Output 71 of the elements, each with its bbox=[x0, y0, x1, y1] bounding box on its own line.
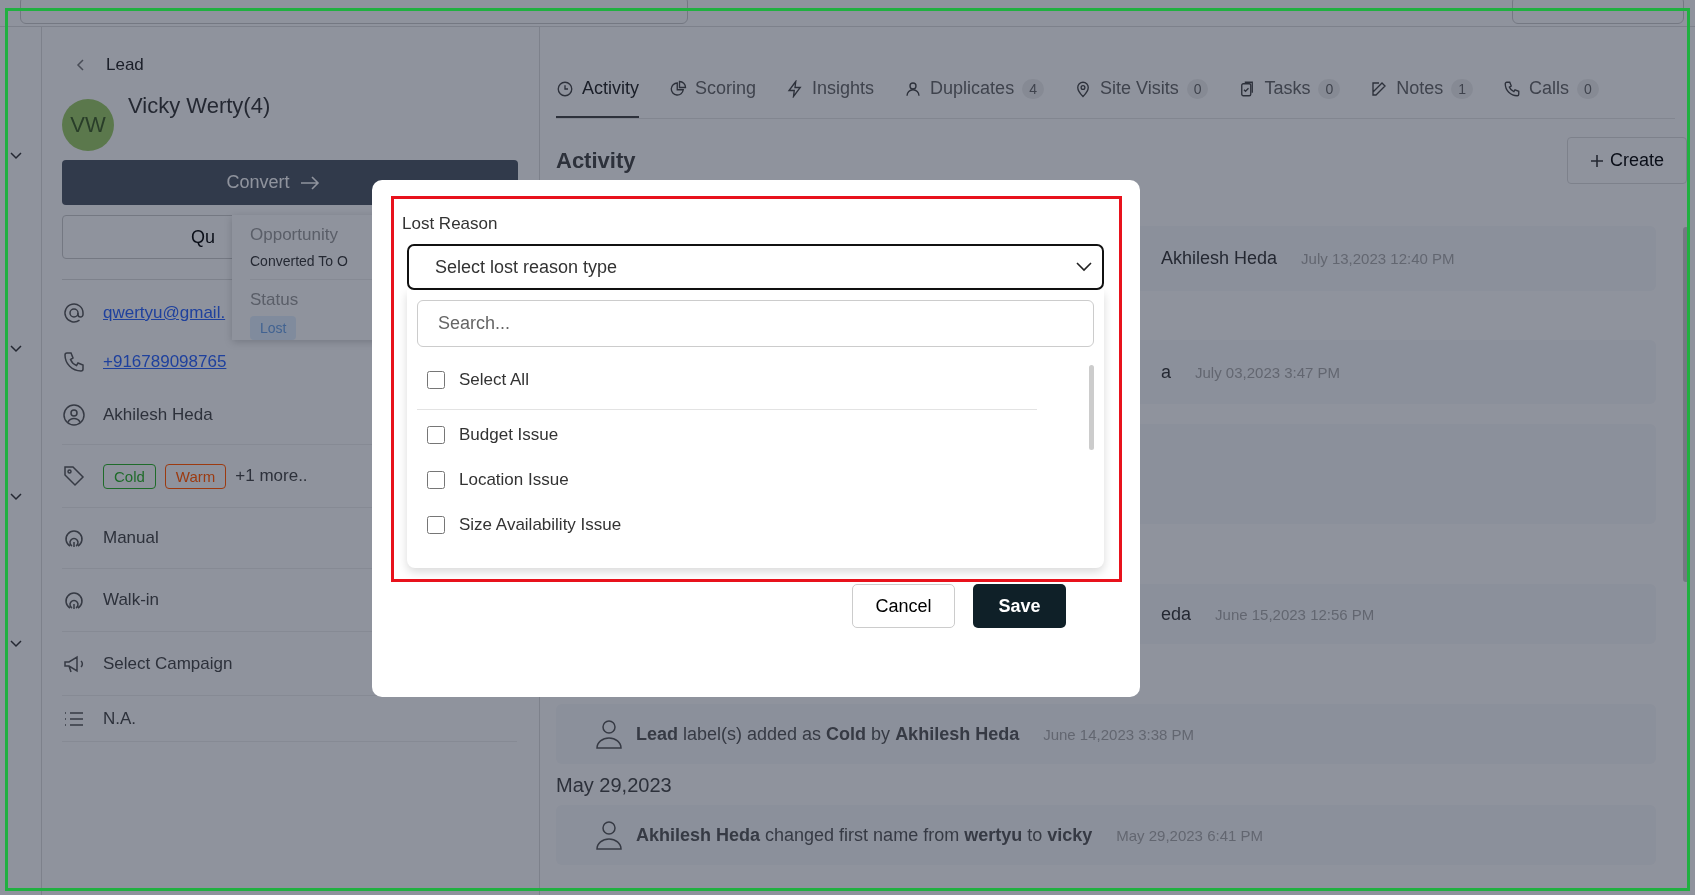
search-field[interactable] bbox=[20, 0, 688, 24]
field-value: Select Campaign bbox=[103, 653, 233, 674]
checkbox[interactable] bbox=[427, 371, 445, 389]
checkbox[interactable] bbox=[427, 470, 445, 489]
avatar: VW bbox=[62, 99, 114, 151]
user-icon bbox=[596, 719, 622, 749]
phone-icon bbox=[62, 350, 86, 374]
user-icon bbox=[596, 820, 622, 850]
scrollbar[interactable] bbox=[1683, 227, 1689, 582]
chevron-icon[interactable] bbox=[10, 345, 22, 353]
top-field[interactable] bbox=[1512, 0, 1684, 24]
activity-text: Lead label(s) added as Cold by Akhilesh Heda bbox=[636, 723, 1020, 745]
tag-icon bbox=[62, 464, 86, 488]
back-icon[interactable] bbox=[76, 59, 84, 71]
save-button[interactable]: Save bbox=[973, 584, 1066, 628]
count-badge: 0 bbox=[1318, 78, 1341, 99]
count-badge: 1 bbox=[1451, 78, 1474, 99]
arrow-icon bbox=[299, 175, 320, 190]
scrollbar[interactable] bbox=[1089, 365, 1094, 450]
field-value: Akhilesh Heda bbox=[103, 405, 213, 425]
count-badge: 0 bbox=[1577, 78, 1599, 99]
tab[interactable]: Activity bbox=[556, 78, 639, 118]
tab[interactable]: Site Visits 0 bbox=[1073, 78, 1209, 118]
clock-icon bbox=[556, 79, 574, 98]
chevron-icon bbox=[1076, 262, 1092, 272]
tab[interactable]: Insights bbox=[786, 78, 875, 118]
date-heading: May 29,2023 bbox=[556, 774, 673, 797]
field-value: Walk-in bbox=[103, 590, 160, 610]
search-field[interactable]: Search... bbox=[417, 300, 1094, 347]
chevron-icon[interactable] bbox=[10, 152, 22, 160]
option[interactable]: Size Availability Issue bbox=[417, 502, 1094, 547]
tab[interactable]: Notes 1 bbox=[1370, 78, 1474, 118]
activity-text: Akhilesh Heda bbox=[1161, 248, 1278, 269]
lead-name: Vicky Werty(4) bbox=[128, 93, 271, 119]
checkbox[interactable] bbox=[427, 515, 445, 534]
cancel-button[interactable]: Cancel bbox=[852, 584, 955, 628]
tab[interactable]: Duplicates 4 bbox=[904, 78, 1044, 118]
option[interactable]: Select All bbox=[417, 351, 1094, 409]
pie-icon bbox=[669, 79, 687, 98]
option[interactable]: Location Issue bbox=[417, 457, 1094, 502]
activity-text: a bbox=[1161, 361, 1171, 383]
more-tags-link[interactable]: +1 more.. bbox=[235, 466, 308, 486]
count-badge: 0 bbox=[1186, 78, 1209, 99]
breadcrumb-label: Lead bbox=[106, 55, 144, 75]
chevron-icon[interactable] bbox=[10, 493, 22, 501]
user-icon bbox=[904, 79, 923, 98]
reason-dropdown[interactable]: Select lost reason type bbox=[407, 244, 1104, 290]
tab[interactable]: Tasks 0 bbox=[1238, 78, 1341, 118]
tag: Warm bbox=[164, 463, 227, 489]
contact-link[interactable]: qwertyu@gmail. bbox=[103, 303, 226, 323]
checkbox[interactable] bbox=[427, 425, 445, 444]
user-icon bbox=[62, 403, 86, 427]
tab[interactable]: Scoring bbox=[669, 78, 757, 118]
plus-icon bbox=[1589, 153, 1604, 168]
count-badge: 4 bbox=[1022, 78, 1044, 99]
phone-icon bbox=[1503, 79, 1522, 98]
popover-value: Converted To O bbox=[250, 253, 349, 269]
section-title: Activity bbox=[556, 147, 636, 174]
option[interactable]: Budget Issue bbox=[417, 412, 1094, 457]
field-value: N.A. bbox=[103, 708, 137, 729]
tag: Cold bbox=[103, 463, 156, 489]
tab[interactable]: Calls 0 bbox=[1503, 78, 1599, 118]
create-button[interactable]: Create bbox=[1566, 137, 1687, 184]
field-label: Lost Reason bbox=[402, 214, 499, 234]
chevron-icon[interactable] bbox=[10, 640, 22, 648]
at-icon bbox=[62, 301, 86, 325]
activity-text: eda bbox=[1161, 603, 1192, 625]
activity-text: Akhilesh Heda changed first name from wertyu to vicky bbox=[636, 824, 1093, 846]
status-tag: Lost bbox=[250, 316, 297, 340]
field-value: Manual bbox=[103, 528, 159, 548]
contact-link[interactable]: +916789098765 bbox=[103, 352, 227, 372]
